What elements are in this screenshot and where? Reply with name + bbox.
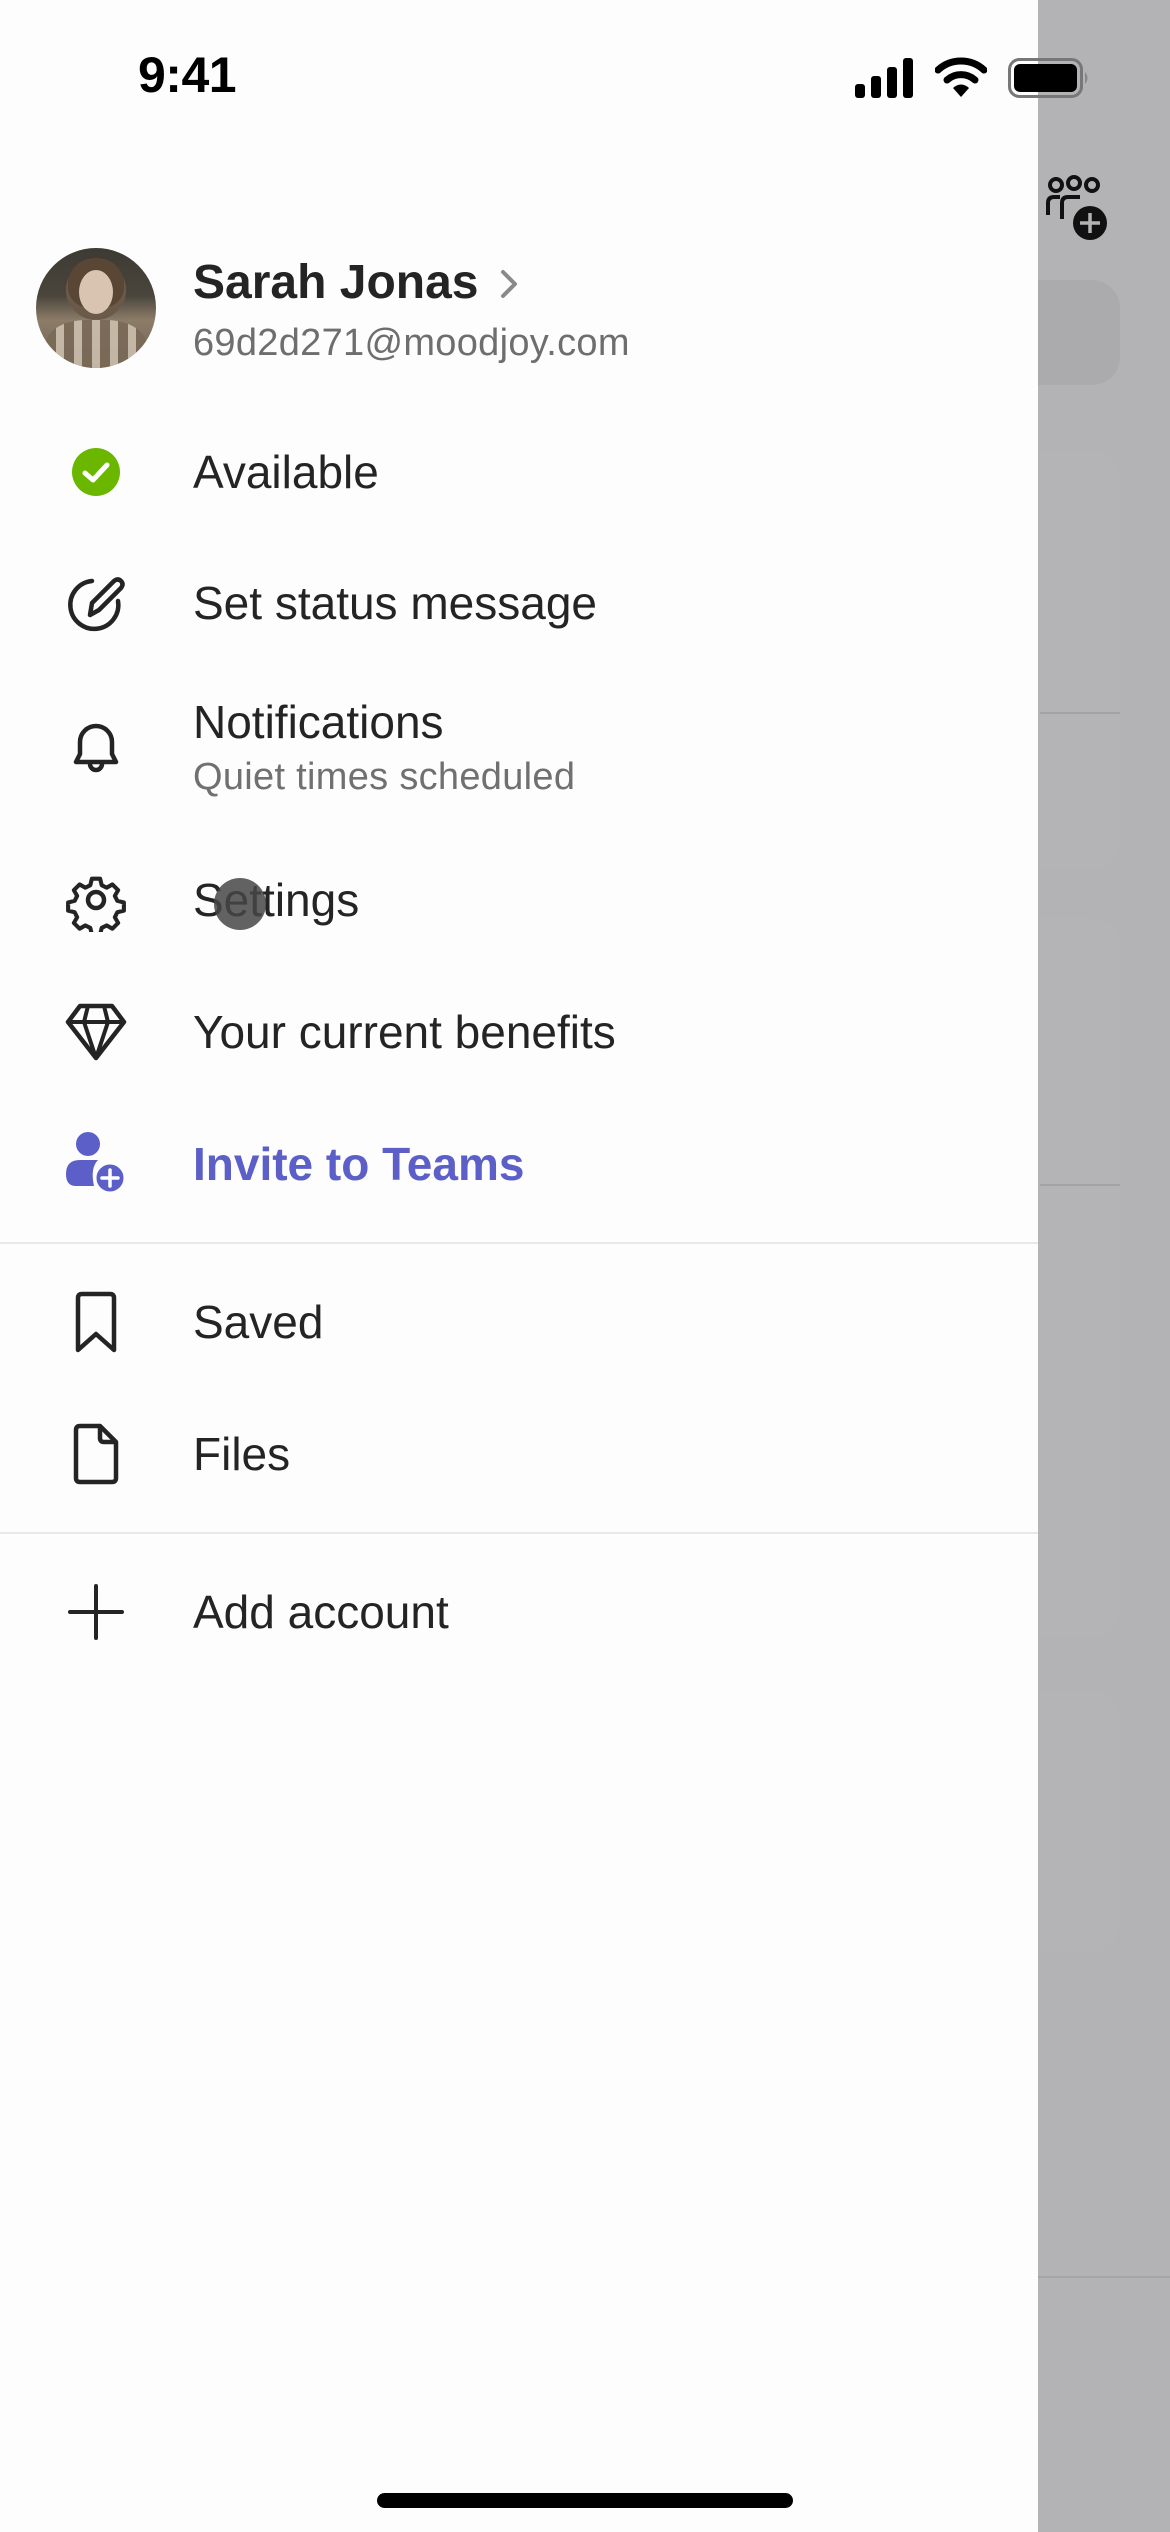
background-bottom-nav-separator [1038,2276,1170,2278]
menu-item-current-benefits[interactable]: Your current benefits [0,972,1038,1092]
new-team-icon [1046,175,1107,240]
menu-item-invite-to-teams[interactable]: Invite to Teams [0,1104,1038,1224]
avatar[interactable] [36,248,156,368]
menu-item-saved[interactable]: Saved [0,1262,1038,1382]
touch-indicator [214,878,266,930]
menu-item-label: Add account [193,1586,449,1638]
menu-item-label: Available [193,446,379,498]
home-indicator[interactable] [377,2493,793,2508]
menu-item-label: Invite to Teams [193,1138,525,1190]
menu-divider [0,1532,1038,1534]
menu-item-label: Your current benefits [193,1006,616,1058]
bell-icon [73,723,119,773]
menu-item-files[interactable]: Files [0,1394,1038,1514]
gear-icon [66,876,126,932]
profile-email: 69d2d271@moodjoy.com [193,322,630,364]
battery-icon [1008,58,1088,98]
chevron-right-icon[interactable] [498,266,522,302]
diamond-icon [65,1003,127,1061]
person-add-icon [66,1132,127,1194]
menu-item-label: Notifications [193,696,444,748]
wifi-icon [935,57,987,97]
edit-status-icon [68,577,125,632]
menu-item-add-account[interactable]: Add account [0,1552,1038,1672]
bookmark-icon [75,1291,117,1353]
presence-available-icon [72,448,120,496]
cellular-signal-icon [855,58,913,98]
background-card-separator [1040,1184,1120,1186]
menu-item-settings[interactable]: Settings [0,840,1038,960]
background-card-separator [1040,712,1120,714]
profile-name[interactable]: Sarah Jonas [193,255,478,310]
menu-item-presence[interactable]: Available [0,412,1038,532]
menu-item-notifications[interactable]: Notifications Quiet times scheduled [0,680,1038,820]
plus-icon [68,1584,124,1640]
menu-item-label: Set status message [193,577,597,629]
account-drawer: 9:41 Sarah Jonas 69d2d271@moodjoy.com Av… [0,0,1088,2532]
menu-item-label: Files [193,1428,291,1480]
status-time: 9:41 [138,47,237,103]
file-icon [73,1423,119,1485]
menu-item-sublabel: Quiet times scheduled [193,756,576,798]
menu-item-label: Saved [193,1296,324,1348]
menu-item-set-status-message[interactable]: Set status message [0,543,1038,663]
menu-divider [0,1242,1038,1244]
